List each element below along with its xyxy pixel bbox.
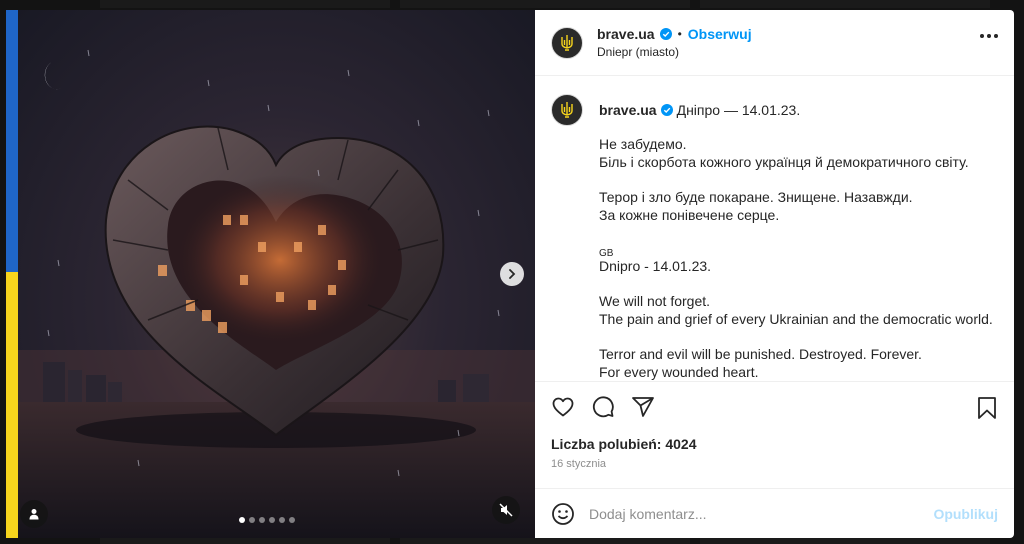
speaker-muted-icon <box>499 503 513 517</box>
post-header: brave.ua • Obserwuj Dniepr (miasto) <box>535 10 1014 76</box>
post-media[interactable] <box>18 10 535 538</box>
tagged-users-button[interactable] <box>20 500 48 528</box>
action-bar <box>535 382 1014 432</box>
carousel-dot <box>269 517 275 523</box>
caption-line: GB <box>599 248 614 259</box>
verified-badge-icon <box>660 104 673 116</box>
post-details-panel: brave.ua • Obserwuj Dniepr (miasto) brav… <box>535 10 1014 538</box>
separator-dot: • <box>677 27 682 41</box>
caption-row: brave.ua Дніпро — 14.01.23. Не забудемо.… <box>551 94 998 381</box>
carousel-indicator <box>239 517 295 523</box>
caption-line: Dnipro - 14.01.23. <box>599 258 712 274</box>
publish-button[interactable]: Opublikuj <box>933 506 998 522</box>
flag-stripe-blue <box>6 10 18 272</box>
mute-toggle-button[interactable] <box>492 496 520 524</box>
caption-line: Не забудемо. <box>599 136 687 152</box>
caption-headline: Дніпро — 14.01.23. <box>676 102 801 118</box>
bookmark-icon[interactable] <box>976 396 998 420</box>
caption-line: За кожне понівечене серце. <box>599 207 780 223</box>
carousel-dot <box>279 517 285 523</box>
username-link[interactable]: brave.ua <box>597 26 655 42</box>
caption-line: Біль і скорбота кожного українця й демок… <box>599 154 969 170</box>
caption-line: The pain and grief of every Ukrainian an… <box>599 311 993 327</box>
header-text: brave.ua • Obserwuj Dniepr (miasto) <box>597 26 752 59</box>
caption-avatar[interactable] <box>551 94 583 126</box>
likes-count[interactable]: Liczba polubień: 4024 <box>535 436 1014 452</box>
flag-stripe-yellow <box>6 272 18 538</box>
avatar[interactable] <box>551 26 583 59</box>
comment-bar: Opublikuj <box>535 488 1014 538</box>
carousel-dot <box>239 517 245 523</box>
more-options-icon[interactable] <box>980 34 998 38</box>
trident-icon <box>561 34 573 51</box>
share-icon[interactable] <box>631 395 655 419</box>
comment-icon[interactable] <box>591 395 615 419</box>
post-date[interactable]: 16 stycznia <box>535 458 1014 470</box>
caption-body: brave.ua Дніпро — 14.01.23. Не забудемо.… <box>599 94 993 381</box>
carousel-dot <box>249 517 255 523</box>
caption-section: brave.ua Дніпро — 14.01.23. Не забудемо.… <box>535 76 1014 382</box>
carousel-dot <box>289 517 295 523</box>
caption-text: Не забудемо. Біль і скорбота кожного укра… <box>599 135 993 381</box>
caption-first-line: brave.ua Дніпро — 14.01.23. <box>599 101 993 119</box>
carousel-next-button[interactable] <box>500 262 524 286</box>
caption-line: Terror and evil will be punished. Destro… <box>599 346 922 362</box>
person-tag-icon <box>29 509 39 520</box>
verified-badge-icon <box>659 28 672 40</box>
location-link[interactable]: Dniepr (miasto) <box>597 45 752 59</box>
comment-input[interactable] <box>589 505 919 522</box>
follow-button[interactable]: Obserwuj <box>688 26 752 42</box>
caption-line: We will not forget. <box>599 293 711 309</box>
post-image <box>18 49 535 538</box>
carousel-dot <box>259 517 265 523</box>
emoji-icon[interactable] <box>551 502 575 526</box>
header-user-line: brave.ua • Obserwuj <box>597 26 752 42</box>
caption-username-link[interactable]: brave.ua <box>599 101 657 119</box>
caption-line: For every wounded heart. <box>599 364 759 380</box>
post-modal: brave.ua • Obserwuj Dniepr (miasto) brav… <box>18 10 1014 538</box>
chevron-right-icon <box>509 269 516 279</box>
heart-icon[interactable] <box>551 395 575 419</box>
trident-icon <box>561 102 573 118</box>
caption-line: Терор і зло буде покаране. Знищене. Наза… <box>599 189 913 205</box>
